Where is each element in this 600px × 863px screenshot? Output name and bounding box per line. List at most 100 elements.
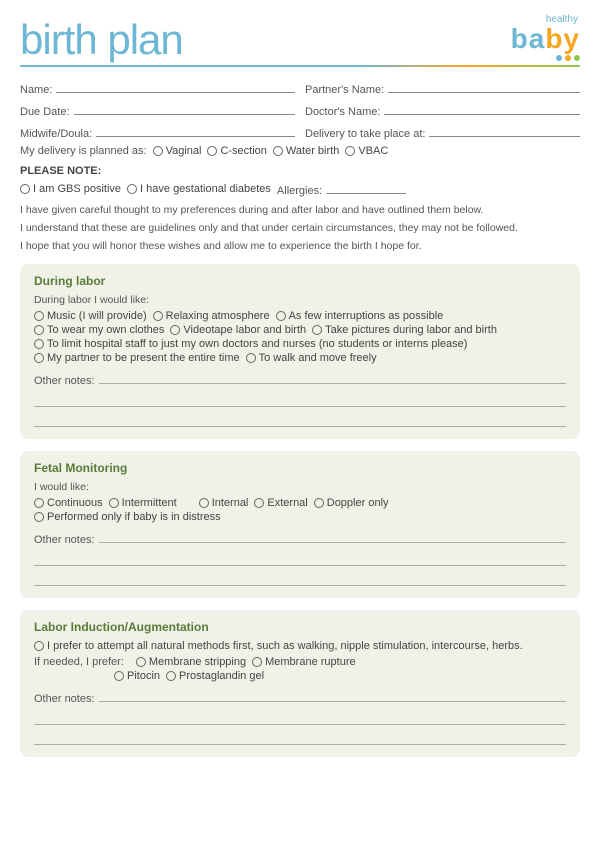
option-music-label: Music (I will provide) xyxy=(47,310,147,322)
radio-music[interactable] xyxy=(34,311,44,321)
option-videotape-label: Videotape labor and birth xyxy=(183,324,306,336)
radio-diabetes[interactable] xyxy=(127,184,137,194)
option-csection[interactable]: C-section xyxy=(207,145,266,157)
option-membrane-rupture[interactable]: Membrane rupture xyxy=(252,656,356,668)
option-water-birth[interactable]: Water birth xyxy=(273,145,339,157)
radio-water-birth[interactable] xyxy=(273,146,283,156)
radio-vbac[interactable] xyxy=(345,146,355,156)
logo: healthy baby xyxy=(511,15,580,61)
radio-doppler-only[interactable] xyxy=(314,498,324,508)
option-few-interruptions-label: As few interruptions as possible xyxy=(289,310,444,322)
radio-walk-move[interactable] xyxy=(246,353,256,363)
please-note-title: PLEASE NOTE: xyxy=(20,165,580,177)
option-distress-only[interactable]: Performed only if baby is in distress xyxy=(34,511,221,523)
option-pitocin[interactable]: Pitocin xyxy=(114,670,160,682)
midwife-input[interactable] xyxy=(96,123,295,137)
option-vbac-label: VBAC xyxy=(358,145,388,157)
header-divider xyxy=(20,65,580,67)
option-pictures[interactable]: Take pictures during labor and birth xyxy=(312,324,497,336)
radio-few-interruptions[interactable] xyxy=(276,311,286,321)
radio-limit-staff[interactable] xyxy=(34,339,44,349)
radio-relaxing[interactable] xyxy=(153,311,163,321)
labor-induction-row-2: Pitocin Prostaglandin gel xyxy=(34,670,566,682)
during-labor-notes-line-3[interactable] xyxy=(34,413,566,427)
partners-name-label: Partner's Name: xyxy=(305,84,384,96)
option-music[interactable]: Music (I will provide) xyxy=(34,310,147,322)
intro-para-2: I understand that these are guidelines o… xyxy=(20,221,580,237)
delivery-place-input[interactable] xyxy=(429,123,580,137)
fetal-notes-line-2[interactable] xyxy=(34,552,566,566)
radio-vaginal[interactable] xyxy=(153,146,163,156)
radio-videotape[interactable] xyxy=(170,325,180,335)
option-vaginal-label: Vaginal xyxy=(166,145,202,157)
option-external[interactable]: External xyxy=(254,497,307,509)
gbs-option[interactable]: I am GBS positive xyxy=(20,183,121,195)
during-labor-notes-row: Other notes: xyxy=(34,370,566,387)
option-videotape[interactable]: Videotape labor and birth xyxy=(170,324,306,336)
option-few-interruptions[interactable]: As few interruptions as possible xyxy=(276,310,444,322)
page: birth plan healthy baby Name: Partner's … xyxy=(0,0,600,863)
option-relaxing-label: Relaxing atmosphere xyxy=(166,310,270,322)
option-doppler-only[interactable]: Doppler only xyxy=(314,497,389,509)
name-input[interactable] xyxy=(56,79,295,93)
option-natural-methods[interactable]: I prefer to attempt all natural methods … xyxy=(34,640,523,652)
radio-continuous[interactable] xyxy=(34,498,44,508)
option-continuous-label: Continuous xyxy=(47,497,103,509)
option-pitocin-label: Pitocin xyxy=(127,670,160,682)
radio-csection[interactable] xyxy=(207,146,217,156)
option-limit-staff[interactable]: To limit hospital staff to just my own d… xyxy=(34,338,467,350)
section-labor-induction: Labor Induction/Augmentation I prefer to… xyxy=(20,610,580,757)
radio-pictures[interactable] xyxy=(312,325,322,335)
diabetes-label: I have gestational diabetes xyxy=(140,183,271,195)
midwife-label: Midwife/Doula: xyxy=(20,128,92,140)
option-intermittent[interactable]: Intermittent xyxy=(109,497,177,509)
radio-membrane-rupture[interactable] xyxy=(252,657,262,667)
doctors-name-input[interactable] xyxy=(384,101,580,115)
radio-partner-present[interactable] xyxy=(34,353,44,363)
option-natural-methods-label: I prefer to attempt all natural methods … xyxy=(47,640,523,652)
radio-internal[interactable] xyxy=(199,498,209,508)
option-partner-present[interactable]: My partner to be present the entire time xyxy=(34,352,240,364)
fetal-notes-line-3[interactable] xyxy=(34,572,566,586)
option-relaxing[interactable]: Relaxing atmosphere xyxy=(153,310,270,322)
during-labor-subtitle: During labor I would like: xyxy=(34,294,566,306)
fetal-notes-input[interactable] xyxy=(99,529,566,543)
partners-name-group: Partner's Name: xyxy=(305,79,580,96)
induction-notes-input[interactable] xyxy=(99,688,566,702)
option-continuous[interactable]: Continuous xyxy=(34,497,103,509)
option-own-clothes[interactable]: To wear my own clothes xyxy=(34,324,164,336)
during-labor-notes-input[interactable] xyxy=(99,370,566,384)
option-internal[interactable]: Internal xyxy=(199,497,249,509)
due-date-input[interactable] xyxy=(74,101,295,115)
option-membrane-rupture-label: Membrane rupture xyxy=(265,656,356,668)
radio-external[interactable] xyxy=(254,498,264,508)
allergies-label: Allergies: xyxy=(277,185,322,197)
radio-gbs[interactable] xyxy=(20,184,30,194)
radio-prostaglandin[interactable] xyxy=(166,671,176,681)
induction-notes-line-2[interactable] xyxy=(34,711,566,725)
fetal-row-2: Performed only if baby is in distress xyxy=(34,511,566,523)
radio-natural-methods[interactable] xyxy=(34,641,44,651)
delivery-planned-label: My delivery is planned as: xyxy=(20,145,147,157)
option-walk-move[interactable]: To walk and move freely xyxy=(246,352,377,364)
during-labor-notes-line-2[interactable] xyxy=(34,393,566,407)
fetal-notes-label: Other notes: xyxy=(34,534,95,546)
option-vaginal[interactable]: Vaginal xyxy=(153,145,202,157)
radio-intermittent[interactable] xyxy=(109,498,119,508)
radio-membrane-stripping[interactable] xyxy=(136,657,146,667)
induction-notes-line-3[interactable] xyxy=(34,731,566,745)
radio-distress-only[interactable] xyxy=(34,512,44,522)
labor-induction-title: Labor Induction/Augmentation xyxy=(34,620,566,634)
allergies-input[interactable] xyxy=(326,180,406,194)
option-vbac[interactable]: VBAC xyxy=(345,145,388,157)
diabetes-option[interactable]: I have gestational diabetes xyxy=(127,183,271,195)
partners-name-input[interactable] xyxy=(388,79,580,93)
radio-own-clothes[interactable] xyxy=(34,325,44,335)
option-prostaglandin[interactable]: Prostaglandin gel xyxy=(166,670,264,682)
due-date-group: Due Date: xyxy=(20,101,295,118)
radio-pitocin[interactable] xyxy=(114,671,124,681)
option-membrane-stripping[interactable]: Membrane stripping xyxy=(136,656,246,668)
form-row-3: Midwife/Doula: Delivery to take place at… xyxy=(20,123,580,140)
option-intermittent-label: Intermittent xyxy=(122,497,177,509)
fetal-monitoring-title: Fetal Monitoring xyxy=(34,461,566,475)
